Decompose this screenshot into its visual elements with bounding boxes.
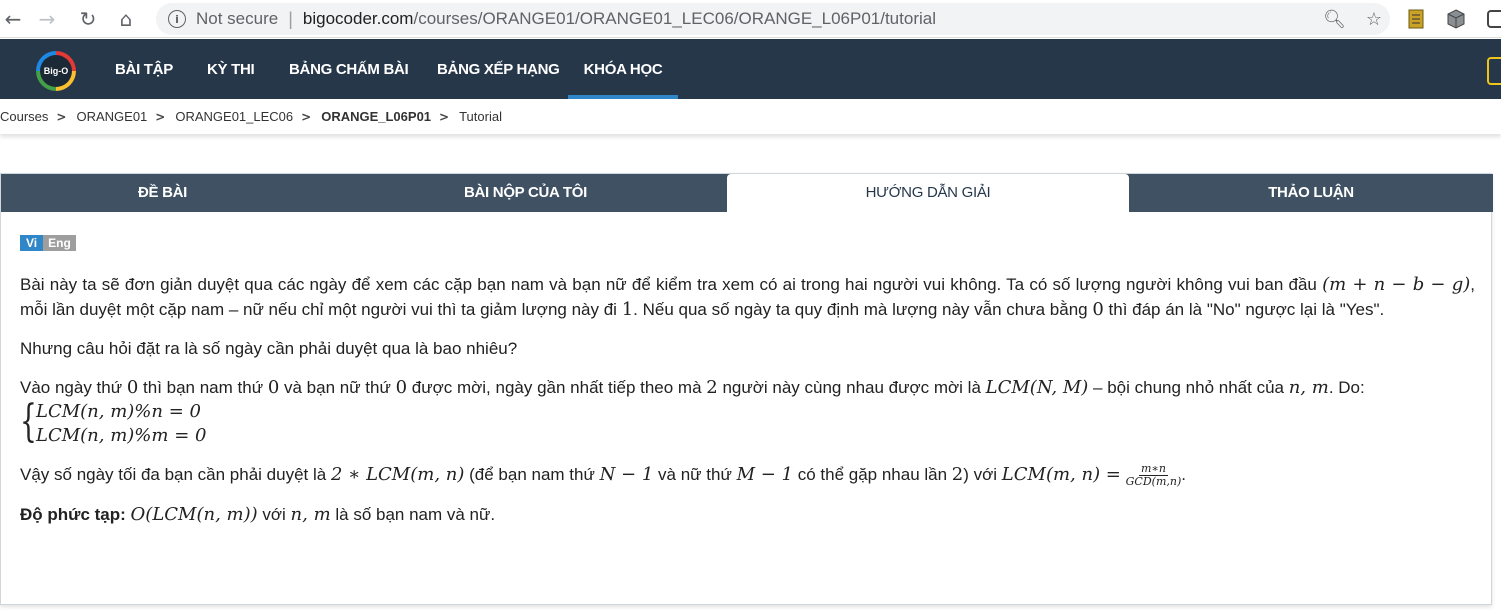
lang-vi-button[interactable]: Vi — [20, 235, 44, 251]
extension-cube-icon[interactable] — [1446, 8, 1466, 30]
breadcrumb: Courses > ORANGE01 > ORANGE01_LEC06 > OR… — [0, 99, 1501, 134]
lcm-cases: { LCM(n, m)%n = 0 LCM(n, m)%m = 0 — [20, 396, 207, 447]
extension-notes-icon[interactable] — [1406, 8, 1426, 30]
nav-ky-thi[interactable]: KỲ THI — [207, 39, 255, 99]
case-2: LCM(n, m)%m = 0 — [36, 425, 207, 446]
nav-bai-tap[interactable]: BÀI TẬP — [115, 39, 173, 99]
extension-edge-icon[interactable] — [1486, 8, 1501, 30]
tab-huong-dan-giai[interactable]: HƯỚNG DẪN GIẢI — [727, 174, 1129, 212]
forward-arrow-icon[interactable]: → — [34, 6, 60, 32]
crumb-tutorial: Tutorial — [459, 109, 502, 124]
crumb-lec06[interactable]: ORANGE01_LEC06 — [175, 109, 293, 124]
case-1: LCM(n, m)%n = 0 — [36, 401, 201, 422]
reload-icon[interactable]: ↻ — [75, 6, 101, 32]
security-label: Not secure — [196, 9, 279, 28]
lcm-fraction: m∗n GCD(m,n) — [1125, 462, 1182, 489]
nav-bang-xep-hang[interactable]: BẢNG XẾP HẠNG — [437, 39, 560, 99]
chevron-right-icon: > — [155, 109, 166, 124]
site-navbar: Big-O BÀI TẬP KỲ THI BẢNG CHẤM BÀI BẢNG … — [0, 39, 1501, 99]
paragraph-5: Độ phức tạp: O(LCM(n, m)) với n, m là số… — [20, 504, 496, 526]
url-path: /courses/ORANGE01/ORANGE01_LEC06/ORANGE_… — [413, 9, 936, 28]
nav-khoa-hoc[interactable]: KHÓA HỌC — [568, 39, 678, 99]
lang-en-button[interactable]: Eng — [43, 235, 76, 251]
crumb-courses[interactable]: Courses — [0, 109, 48, 124]
nav-bang-cham-bai[interactable]: BẢNG CHẤM BÀI — [289, 39, 409, 99]
user-badge[interactable] — [1487, 57, 1501, 85]
tab-de-bai[interactable]: ĐỀ BÀI — [1, 174, 324, 212]
bookmark-star-icon[interactable]: ☆ — [1366, 9, 1382, 30]
zoom-icon[interactable]: 🔍︎ — [1323, 9, 1346, 30]
problem-tabs: ĐỀ BÀI BÀI NỘP CỦA TÔI HƯỚNG DẪN GIẢI TH… — [1, 174, 1493, 212]
tutorial-content: Bài này ta sẽ đơn giản duyệt qua các ngà… — [20, 272, 1475, 541]
home-icon[interactable]: ⌂ — [113, 6, 139, 32]
crumb-problem[interactable]: ORANGE_L06P01 — [321, 109, 431, 124]
back-arrow-icon[interactable]: ← — [0, 6, 26, 32]
address-divider: | — [288, 8, 293, 29]
browser-toolbar: ← → ↻ ⌂ i Not secure | bigocoder.com/cou… — [0, 0, 1501, 38]
tab-thao-luan[interactable]: THẢO LUẬN — [1129, 174, 1493, 212]
crumb-orange01[interactable]: ORANGE01 — [76, 109, 147, 124]
chevron-right-icon: > — [301, 109, 312, 124]
paragraph-3: Vào ngày thứ 0 thì bạn nam thứ 0 và bạn … — [20, 377, 1365, 398]
chevron-right-icon: > — [56, 109, 67, 124]
tab-bai-nop[interactable]: BÀI NỘP CỦA TÔI — [364, 174, 687, 212]
paragraph-1: Bài này ta sẽ đơn giản duyệt qua các ngà… — [20, 274, 1475, 320]
url-host: bigocoder.com — [302, 9, 414, 28]
problem-card: ĐỀ BÀI BÀI NỘP CỦA TÔI HƯỚNG DẪN GIẢI TH… — [0, 173, 1493, 605]
info-icon[interactable]: i — [168, 10, 186, 28]
paragraph-2: Nhưng câu hỏi đặt ra là số ngày cần phải… — [20, 339, 518, 358]
language-switch: Vi Eng — [20, 235, 76, 251]
chevron-right-icon: > — [439, 109, 450, 124]
bigo-logo[interactable]: Big-O — [36, 51, 76, 91]
address-bar[interactable]: i Not secure | bigocoder.com/courses/ORA… — [156, 3, 1390, 35]
paragraph-4: Vậy số ngày tối đa bạn cần phải duyệt là… — [20, 462, 1186, 489]
